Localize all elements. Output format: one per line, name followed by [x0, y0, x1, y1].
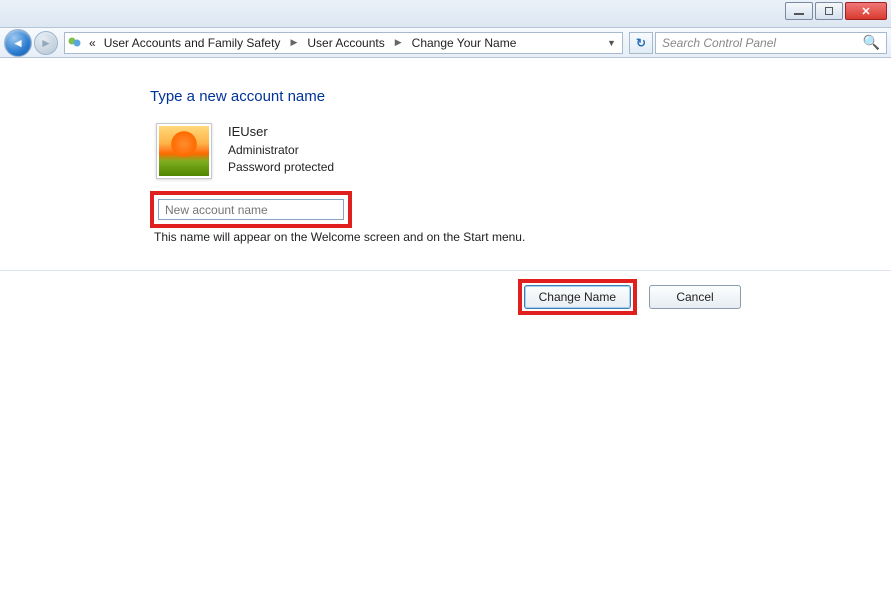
window-titlebar: ✕: [0, 0, 891, 28]
breadcrumb-item-0[interactable]: User Accounts and Family Safety: [102, 36, 283, 50]
breadcrumb-item-2[interactable]: Change Your Name: [410, 36, 519, 50]
new-account-name-input[interactable]: [158, 199, 344, 220]
change-name-button[interactable]: Change Name: [524, 285, 631, 309]
input-highlight: [150, 191, 740, 228]
maximize-icon: [825, 7, 833, 15]
search-box[interactable]: Search Control Panel 🔍: [655, 32, 887, 54]
maximize-button[interactable]: [815, 2, 843, 20]
address-bar[interactable]: « User Accounts and Family Safety ▶ User…: [64, 32, 623, 54]
breadcrumb-item-1[interactable]: User Accounts: [305, 36, 386, 50]
navigation-bar: ◄ ► « User Accounts and Family Safety ▶ …: [0, 28, 891, 58]
close-button[interactable]: ✕: [845, 2, 887, 20]
helper-text: This name will appear on the Welcome scr…: [154, 230, 740, 244]
content-area: Type a new account name IEUser Administr…: [0, 58, 891, 315]
nav-back-button[interactable]: ◄: [4, 29, 32, 57]
user-avatar-frame: [156, 123, 212, 179]
forward-arrow-icon: ►: [40, 36, 52, 50]
nav-forward-button[interactable]: ►: [34, 31, 58, 55]
close-icon: ✕: [861, 5, 870, 18]
back-arrow-icon: ◄: [12, 36, 24, 50]
refresh-icon: ↻: [636, 36, 646, 50]
user-protection: Password protected: [228, 159, 334, 176]
chevron-right-icon: ▶: [286, 37, 301, 48]
page-heading: Type a new account name: [150, 88, 740, 105]
button-row: Change Name Cancel: [0, 271, 891, 315]
user-meta: IEUser Administrator Password protected: [228, 123, 334, 179]
refresh-button[interactable]: ↻: [629, 32, 653, 54]
breadcrumb-overflow[interactable]: «: [87, 36, 98, 50]
search-placeholder: Search Control Panel: [662, 36, 776, 50]
user-name: IEUser: [228, 123, 334, 142]
control-panel-icon: [67, 35, 83, 51]
search-icon: 🔍: [863, 34, 880, 51]
change-name-highlight: Change Name: [518, 279, 637, 315]
user-info-row: IEUser Administrator Password protected: [156, 123, 740, 179]
cancel-button[interactable]: Cancel: [649, 285, 741, 309]
user-avatar-icon: [159, 126, 209, 176]
minimize-button[interactable]: [785, 2, 813, 20]
user-role: Administrator: [228, 142, 334, 159]
minimize-icon: [794, 13, 804, 15]
chevron-right-icon: ▶: [391, 37, 406, 48]
address-dropdown[interactable]: ▼: [602, 33, 620, 53]
